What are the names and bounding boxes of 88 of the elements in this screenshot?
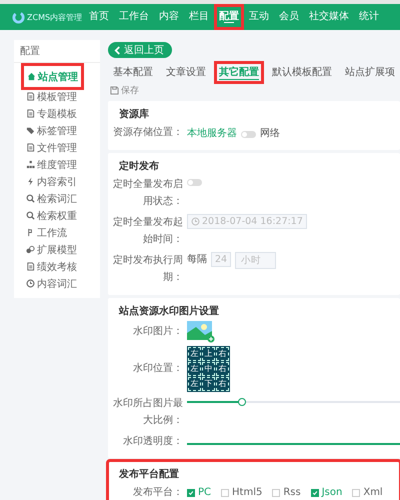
brand-name: ZCMS内容管理 [27,12,82,22]
toggle-switch[interactable] [187,178,202,186]
tab[interactable]: 其它配置 [214,61,264,84]
sidebar-item[interactable]: 工作流 [21,224,72,241]
option-label: 本地服务器 [187,126,237,140]
nav-item[interactable]: 工作台 [114,4,154,30]
sidebar-item[interactable]: 内容词汇 [21,275,82,292]
field-label: 发布平台： [132,486,183,500]
tab[interactable]: 文章设置 [161,61,211,84]
slider-fill[interactable] [187,443,400,446]
clock-icon [26,279,35,288]
position-cell[interactable]: 左 [188,362,201,376]
section-title: 定时发布 [119,159,160,172]
document-icon [26,109,35,118]
checkbox-label: Rss [283,487,301,498]
checkbox-label: Xml [363,487,383,498]
position-cell[interactable]: 下 [202,376,215,390]
logo-icon [12,10,25,24]
document-icon [26,262,35,271]
sidebar-item[interactable]: 文件管理 [21,139,82,156]
field-label: 水印图片： [132,324,183,339]
sidebar-item[interactable]: 维度管理 [21,156,82,173]
back-button[interactable]: 返回上页 [108,42,172,58]
floppy-icon [110,86,119,95]
field-label: 水印位置： [132,362,183,376]
slider-handle[interactable] [238,398,246,406]
every-label: 每隔 [187,252,207,266]
image-upload-icon [187,320,215,342]
sidebar-item[interactable]: 标签管理 [21,122,82,139]
sidebar-item[interactable]: 绩效考核 [21,258,82,275]
tag-icon [26,126,35,135]
nav-item[interactable]: 栏目 [184,4,214,30]
checkbox-label: Html5 [232,487,262,498]
chevron-left-icon [114,46,121,54]
hierarchy-icon [26,160,35,169]
document-icon [26,92,35,101]
bolt-icon [26,177,35,186]
toggle-switch[interactable] [241,130,256,138]
sidebar-item[interactable]: 检索词汇 [21,190,82,207]
tab[interactable]: 默认模板配置 [267,61,337,84]
clock-icon [191,216,200,226]
position-cell[interactable]: 右 [216,376,229,390]
section-title: 发布平台配置 [119,468,180,481]
position-cell[interactable]: 右 [216,362,229,376]
sidebar-item[interactable]: 模板管理 [21,88,82,105]
sidebar-item[interactable]: 专题模板 [21,105,82,122]
sidebar-item[interactable]: 内容索引 [21,173,82,190]
checkbox[interactable] [187,488,195,497]
nav-item[interactable]: 内容 [154,4,184,30]
section-title: 资源库 [119,107,150,121]
nav-item[interactable]: 社交媒体 [304,4,354,30]
position-cell[interactable]: 上 [202,346,215,360]
tab[interactable]: 站点扩展项 [340,61,400,84]
sidebar-item[interactable]: 站点管理 [21,63,84,90]
field-label: 定时发布执行周期： [113,254,183,285]
nav-item[interactable]: 会员 [274,4,304,30]
tab[interactable]: 基本配置 [108,61,158,84]
position-cell[interactable]: 左 [188,376,201,390]
option-label: 网络 [260,126,280,140]
position-cell[interactable]: 中 [202,362,215,376]
checkbox-label: Json [322,487,342,498]
nav-item[interactable]: 配置 [214,4,244,30]
nav-item[interactable]: 互动 [244,4,274,30]
nav-item[interactable]: 首页 [84,4,114,30]
checkbox-label: PC [198,487,212,498]
sidebar-item[interactable]: 检索权重 [21,207,82,224]
position-cell[interactable]: 左 [188,346,201,360]
field-label: 水印透明度： [122,434,183,448]
checkbox[interactable] [221,488,230,497]
section-title: 站点资源水印图片设置 [119,304,220,318]
document-icon [26,143,35,152]
checkbox[interactable] [352,488,360,497]
home-icon [27,72,36,81]
field-label: 定时全量发布启用状态： [113,178,183,209]
field-label: 资源存储位置： [113,126,183,140]
save-button[interactable]: 保存 [108,84,141,97]
search-icon [26,211,35,220]
sidebar-item[interactable]: 扩展模型 [21,241,82,258]
flow-icon [26,228,35,237]
position-cell[interactable]: 右 [216,346,229,360]
search-icon [26,194,35,203]
cubes-icon [26,245,35,254]
field-label: 水印所占图片最大比例： [113,396,183,428]
checkbox[interactable] [272,488,280,497]
sidebar-title: 配置 [14,44,100,63]
checkbox[interactable] [310,488,319,497]
nav-item[interactable]: 统计 [354,4,384,30]
field-label: 定时全量发布起始时间： [113,216,183,247]
